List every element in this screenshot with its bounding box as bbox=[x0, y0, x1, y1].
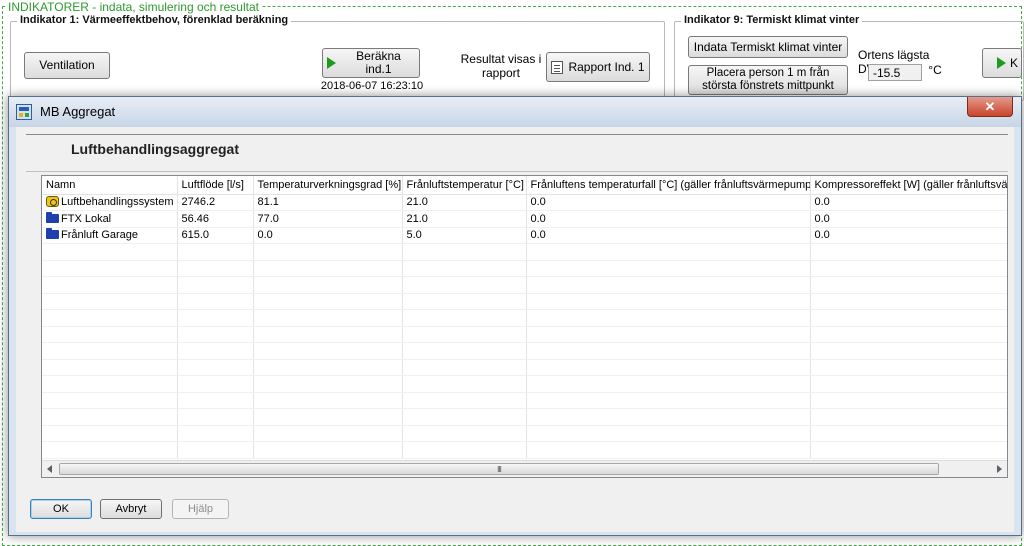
thermal-climate-run-label: K bbox=[1010, 55, 1019, 70]
scrollbar-thumb[interactable]: III bbox=[59, 463, 939, 475]
empty-row bbox=[42, 309, 1007, 327]
column-header-efficiency[interactable]: Temperaturverkningsgrad [%] bbox=[253, 176, 403, 195]
cell-efficiency[interactable]: 81.1 bbox=[253, 194, 403, 211]
cell-efficiency[interactable]: 77.0 bbox=[253, 210, 403, 228]
empty-row bbox=[42, 425, 1007, 442]
cell-exhaust-temp[interactable]: 21.0 bbox=[402, 194, 527, 211]
empty-row bbox=[42, 408, 1007, 426]
calculation-timestamp: 2018-06-07 16:23:10 bbox=[320, 80, 424, 92]
table-row[interactable]: Frånluft Garage 615.0 0.0 5.0 0.0 0.0 bbox=[42, 227, 1007, 244]
indicator-9-title: Indikator 9: Termiskt klimat vinter bbox=[681, 14, 863, 26]
app-icon bbox=[16, 104, 32, 120]
indicator-1-title: Indikator 1: Värmeeffektbehov, förenklad… bbox=[17, 14, 292, 26]
table-row[interactable]: FTX Lokal 56.46 77.0 21.0 0.0 0.0 bbox=[42, 210, 1007, 228]
column-header-compressor[interactable]: Kompressoreffekt [W] (gäller frånluftsvä… bbox=[810, 176, 1007, 195]
indata-thermal-climate-button[interactable]: Indata Termiskt klimat vinter bbox=[688, 36, 848, 58]
close-icon: ✕ bbox=[984, 98, 996, 114]
scrollbar-grip: III bbox=[497, 464, 502, 474]
section-divider-bottom bbox=[26, 171, 1008, 172]
report-icon bbox=[551, 60, 564, 74]
report-ind1-label: Rapport Ind. 1 bbox=[568, 59, 645, 74]
folder-icon bbox=[46, 211, 59, 223]
help-button[interactable]: Hjälp bbox=[172, 499, 229, 519]
cell-temp-drop[interactable]: 0.0 bbox=[526, 194, 811, 211]
cell-compressor[interactable]: 0.0 bbox=[810, 227, 1007, 244]
row-name: FTX Lokal bbox=[61, 212, 112, 225]
table-row[interactable]: Luftbehandlingssystem 2746.2 81.1 21.0 0… bbox=[42, 194, 1007, 211]
section-title: Luftbehandlingsaggregat bbox=[71, 141, 239, 157]
empty-row bbox=[42, 392, 1007, 409]
dvut-value-field[interactable]: -15.5 bbox=[868, 64, 922, 81]
cell-airflow[interactable]: 2746.2 bbox=[177, 194, 254, 211]
table-header-row: Namn Luftflöde [l/s] Temperaturverknings… bbox=[42, 176, 1007, 195]
cell-name[interactable]: FTX Lokal bbox=[42, 210, 178, 228]
place-person-button[interactable]: Placera person 1 m från största fönstret… bbox=[688, 65, 848, 95]
cell-compressor[interactable]: 0.0 bbox=[810, 194, 1007, 211]
empty-row bbox=[42, 260, 1007, 277]
ventilation-button[interactable]: Ventilation bbox=[24, 52, 110, 79]
cell-compressor[interactable]: 0.0 bbox=[810, 210, 1007, 228]
result-info-text: Resultat visas i rapport bbox=[460, 52, 542, 80]
empty-row bbox=[42, 342, 1007, 360]
column-header-exhaust-temp[interactable]: Frånluftstemperatur [°C] bbox=[402, 176, 527, 195]
cell-temp-drop[interactable]: 0.0 bbox=[526, 227, 811, 244]
dialog-client-area: Luftbehandlingsaggregat Namn Luftflöde [… bbox=[16, 127, 1014, 532]
calculate-ind1-label: Beräkna ind.1 bbox=[356, 49, 401, 76]
mb-aggregat-dialog: MB Aggregat ✕ Luftbehandlingsaggregat Na… bbox=[8, 96, 1022, 536]
empty-row bbox=[42, 243, 1007, 261]
cell-name[interactable]: Luftbehandlingssystem bbox=[42, 194, 178, 211]
cell-temp-drop[interactable]: 0.0 bbox=[526, 210, 811, 228]
column-header-name[interactable]: Namn bbox=[42, 176, 178, 195]
empty-row bbox=[42, 441, 1007, 459]
folder-icon bbox=[46, 228, 59, 240]
section-divider-top bbox=[26, 134, 1008, 135]
report-ind1-button[interactable]: Rapport Ind. 1 bbox=[546, 52, 650, 82]
row-name: Frånluft Garage bbox=[61, 229, 139, 242]
empty-row bbox=[42, 359, 1007, 376]
cell-exhaust-temp[interactable]: 5.0 bbox=[402, 227, 527, 244]
cell-airflow[interactable]: 615.0 bbox=[177, 227, 254, 244]
cell-airflow[interactable]: 56.46 bbox=[177, 210, 254, 228]
indicators-frame-title: INDIKATORER - indata, simulering och res… bbox=[6, 0, 261, 14]
close-button[interactable]: ✕ bbox=[967, 97, 1013, 117]
column-header-temp-drop[interactable]: Frånluftens temperaturfall [°C] (gäller … bbox=[526, 176, 811, 195]
dvut-unit: °C bbox=[928, 63, 942, 77]
scroll-right-icon[interactable] bbox=[997, 465, 1002, 473]
row-name: Luftbehandlingssystem bbox=[61, 196, 174, 209]
empty-row bbox=[42, 375, 1007, 393]
play-icon bbox=[997, 57, 1006, 69]
scroll-left-icon[interactable] bbox=[47, 465, 52, 473]
calculate-ind1-button[interactable]: Beräkna ind.1 bbox=[322, 48, 420, 78]
play-icon bbox=[327, 57, 336, 69]
thermal-climate-run-button[interactable]: K bbox=[982, 48, 1022, 78]
air-handling-unit-icon bbox=[46, 196, 59, 208]
cell-efficiency[interactable]: 0.0 bbox=[253, 227, 403, 244]
cell-exhaust-temp[interactable]: 21.0 bbox=[402, 210, 527, 228]
ok-button[interactable]: OK bbox=[30, 499, 92, 519]
dialog-titlebar[interactable]: MB Aggregat ✕ bbox=[9, 97, 1021, 127]
cancel-button[interactable]: Avbryt bbox=[100, 499, 162, 519]
empty-row bbox=[42, 293, 1007, 310]
horizontal-scrollbar[interactable]: III bbox=[42, 460, 1007, 477]
dialog-title: MB Aggregat bbox=[40, 104, 116, 119]
cell-name[interactable]: Frånluft Garage bbox=[42, 227, 178, 244]
empty-row bbox=[42, 326, 1007, 343]
aggregat-table[interactable]: Namn Luftflöde [l/s] Temperaturverknings… bbox=[41, 175, 1008, 478]
empty-row bbox=[42, 276, 1007, 294]
column-header-airflow[interactable]: Luftflöde [l/s] bbox=[177, 176, 254, 195]
